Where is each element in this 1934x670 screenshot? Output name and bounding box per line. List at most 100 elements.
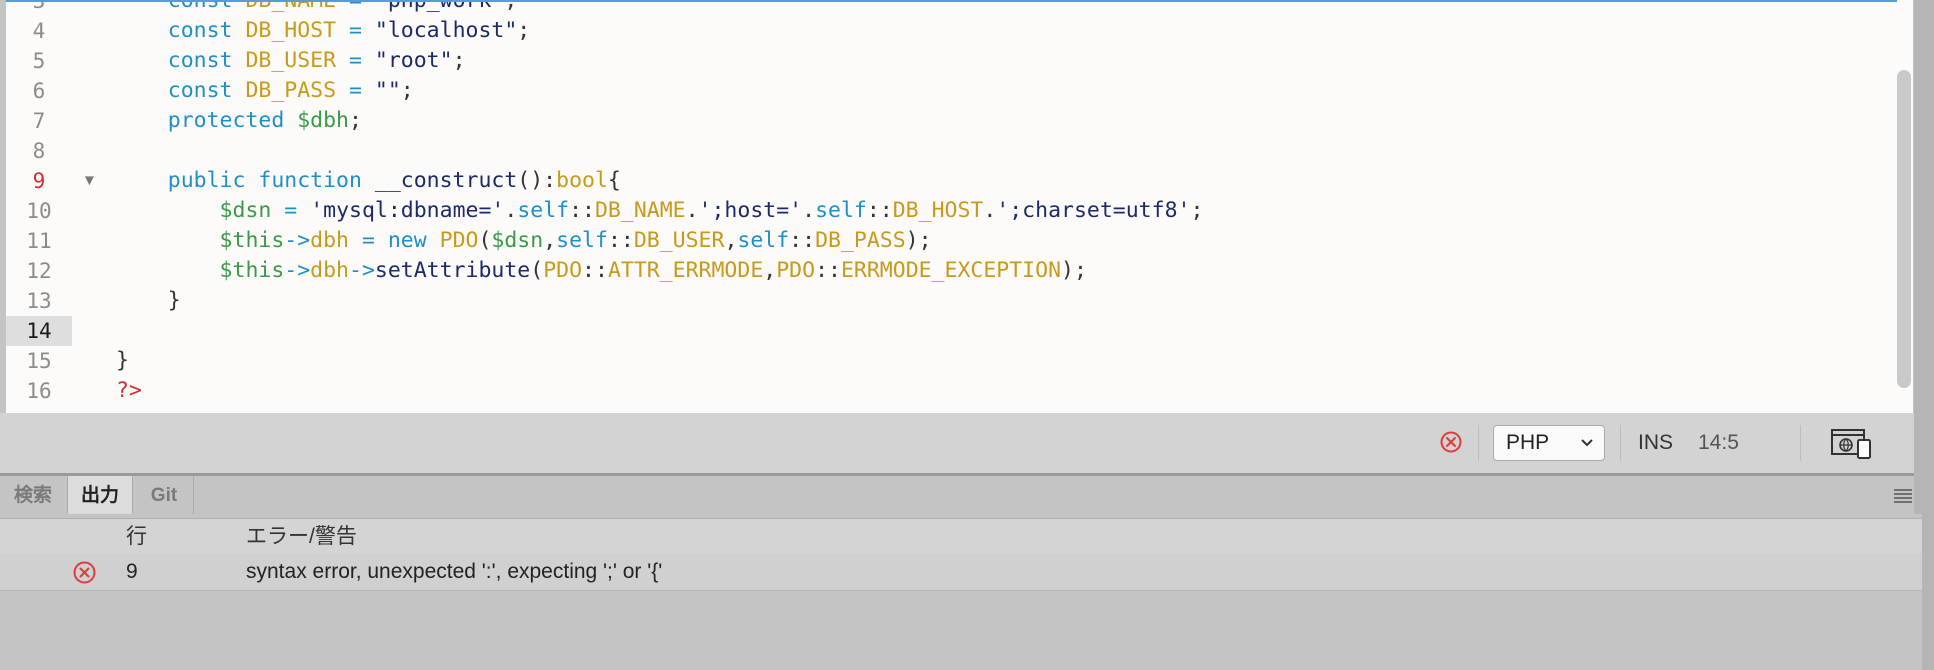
- code-text[interactable]: $dsn = 'mysql:dbname='.self::DB_NAME.';h…: [116, 196, 1204, 226]
- code-token: self: [815, 198, 867, 223]
- language-select[interactable]: PHP: [1493, 425, 1605, 461]
- line-number[interactable]: 12: [6, 256, 72, 286]
- cursor-position: 14:5: [1698, 431, 1739, 454]
- code-line[interactable]: 5 const DB_USER = "root";: [6, 46, 1901, 76]
- code-token: ATTR_ERRMODE: [607, 258, 764, 283]
- line-number[interactable]: 3: [6, 2, 72, 16]
- code-text[interactable]: protected $dbh;: [116, 106, 362, 136]
- code-line[interactable]: 7 protected $dbh;: [6, 106, 1901, 136]
- code-token: ;: [1190, 198, 1204, 223]
- line-number[interactable]: 4: [6, 16, 72, 46]
- code-token: ::: [866, 198, 893, 223]
- line-number[interactable]: 15: [6, 346, 72, 376]
- code-token: ;: [400, 78, 414, 103]
- code-token: DB_USER: [633, 228, 725, 253]
- editor-scrollbar-thumb[interactable]: [1897, 70, 1911, 388]
- code-token: public function: [116, 168, 375, 193]
- device-preview-icon[interactable]: [1831, 429, 1873, 459]
- code-line[interactable]: 4 const DB_HOST = "localhost";: [6, 16, 1901, 46]
- code-token: .: [685, 198, 699, 223]
- code-line[interactable]: 8: [6, 136, 1901, 166]
- code-text[interactable]: const DB_HOST = "localhost";: [116, 16, 530, 46]
- error-icon[interactable]: [1440, 431, 1462, 453]
- code-token: DB_USER: [245, 48, 337, 73]
- code-token: "root": [374, 48, 453, 73]
- code-line[interactable]: 13 }: [6, 286, 1901, 316]
- code-editor[interactable]: 3 const DB_NAME = "php_work"; 4 const DB_…: [6, 0, 1901, 415]
- code-token: =: [336, 18, 375, 43]
- code-token: .: [983, 198, 997, 223]
- code-line[interactable]: 11 $this->dbh = new PDO($dsn,self::DB_US…: [6, 226, 1901, 256]
- code-token: ?>: [116, 378, 142, 403]
- code-token: .: [802, 198, 816, 223]
- code-token: ->: [284, 258, 311, 283]
- code-token: ->: [284, 228, 311, 253]
- column-header-line[interactable]: 行: [126, 519, 147, 554]
- code-text[interactable]: }: [116, 286, 181, 316]
- code-text[interactable]: $this->dbh = new PDO($dsn,self::DB_USER,…: [116, 226, 932, 256]
- column-header-message[interactable]: エラー/警告: [246, 519, 357, 554]
- line-number[interactable]: 11: [6, 226, 72, 256]
- code-line[interactable]: 10 $dsn = 'mysql:dbname='.self::DB_NAME.…: [6, 196, 1901, 226]
- code-line[interactable]: 12 $this->dbh->setAttribute(PDO::ATTR_ER…: [6, 256, 1901, 286]
- code-token: ,: [724, 228, 738, 253]
- code-line[interactable]: 16 ?>: [6, 376, 1901, 406]
- code-token: ;: [452, 48, 466, 73]
- code-text[interactable]: ?>: [116, 376, 142, 406]
- tab-output[interactable]: 出力: [67, 476, 133, 514]
- results-header: 行 エラー/警告: [0, 518, 1922, 555]
- code-token: const: [116, 18, 246, 43]
- code-lines[interactable]: 3 const DB_NAME = "php_work"; 4 const DB_…: [6, 0, 1901, 406]
- code-token: DB_NAME: [594, 198, 686, 223]
- code-line[interactable]: 14: [6, 316, 1901, 346]
- line-number[interactable]: 9: [6, 166, 72, 196]
- code-token: PDO: [543, 258, 583, 283]
- code-text[interactable]: const DB_NAME = "php_work";: [116, 0, 518, 16]
- code-token: );: [905, 228, 932, 253]
- line-number[interactable]: 14: [6, 316, 72, 346]
- code-token: PDO: [439, 228, 479, 253]
- code-token: setAttribute: [374, 258, 531, 283]
- code-token: ::: [569, 198, 595, 223]
- code-token: DB_HOST: [892, 198, 984, 223]
- panel-tab-bar: 検索 出力 Git: [0, 476, 1914, 514]
- line-number[interactable]: 16: [6, 376, 72, 406]
- code-line[interactable]: 3 const DB_NAME = "php_work";: [6, 0, 1901, 16]
- line-number[interactable]: 5: [6, 46, 72, 76]
- code-token: self: [737, 228, 790, 253]
- code-text[interactable]: }: [116, 346, 129, 376]
- code-text[interactable]: $this->dbh->setAttribute(PDO::ATTR_ERRMO…: [116, 256, 1087, 286]
- code-text[interactable]: const DB_USER = "root";: [116, 46, 466, 76]
- code-line[interactable]: 15}: [6, 346, 1901, 376]
- code-token: self: [517, 198, 570, 223]
- code-token: $this: [116, 228, 285, 253]
- tab-divider: [193, 476, 194, 514]
- code-line[interactable]: 9 ▼ public function __construct():bool{: [6, 166, 1901, 196]
- line-number[interactable]: 13: [6, 286, 72, 316]
- line-number[interactable]: 10: [6, 196, 72, 226]
- fold-toggle-icon[interactable]: ▼: [82, 166, 97, 196]
- tab-search[interactable]: 検索: [0, 476, 66, 514]
- line-number[interactable]: 8: [6, 136, 72, 166]
- result-row[interactable]: 9 syntax error, unexpected ':', expectin…: [0, 554, 1922, 591]
- code-token: (: [530, 258, 544, 283]
- code-text[interactable]: public function __construct():bool{: [116, 166, 621, 196]
- code-token: PDO: [776, 258, 816, 283]
- code-token: DB_HOST: [245, 18, 337, 43]
- line-number[interactable]: 7: [6, 106, 72, 136]
- code-token: =: [336, 0, 375, 13]
- insert-mode-indicator[interactable]: INS: [1638, 425, 1673, 461]
- line-number[interactable]: 6: [6, 76, 72, 106]
- code-token: = new: [349, 228, 440, 253]
- code-token: DB_PASS: [815, 228, 906, 253]
- code-text[interactable]: const DB_PASS = "";: [116, 76, 414, 106]
- code-token: .: [504, 198, 518, 223]
- language-select-value: PHP: [1506, 431, 1550, 454]
- code-line[interactable]: 6 const DB_PASS = "";: [6, 76, 1901, 106]
- output-results: 行 エラー/警告 9 syntax error, unexpected ':',…: [0, 514, 1922, 670]
- chevron-down-icon: [1580, 426, 1594, 473]
- panel-menu-icon[interactable]: [1893, 488, 1913, 504]
- code-token: ,: [763, 258, 777, 283]
- tab-git[interactable]: Git: [135, 476, 193, 514]
- status-separator: [1620, 425, 1621, 461]
